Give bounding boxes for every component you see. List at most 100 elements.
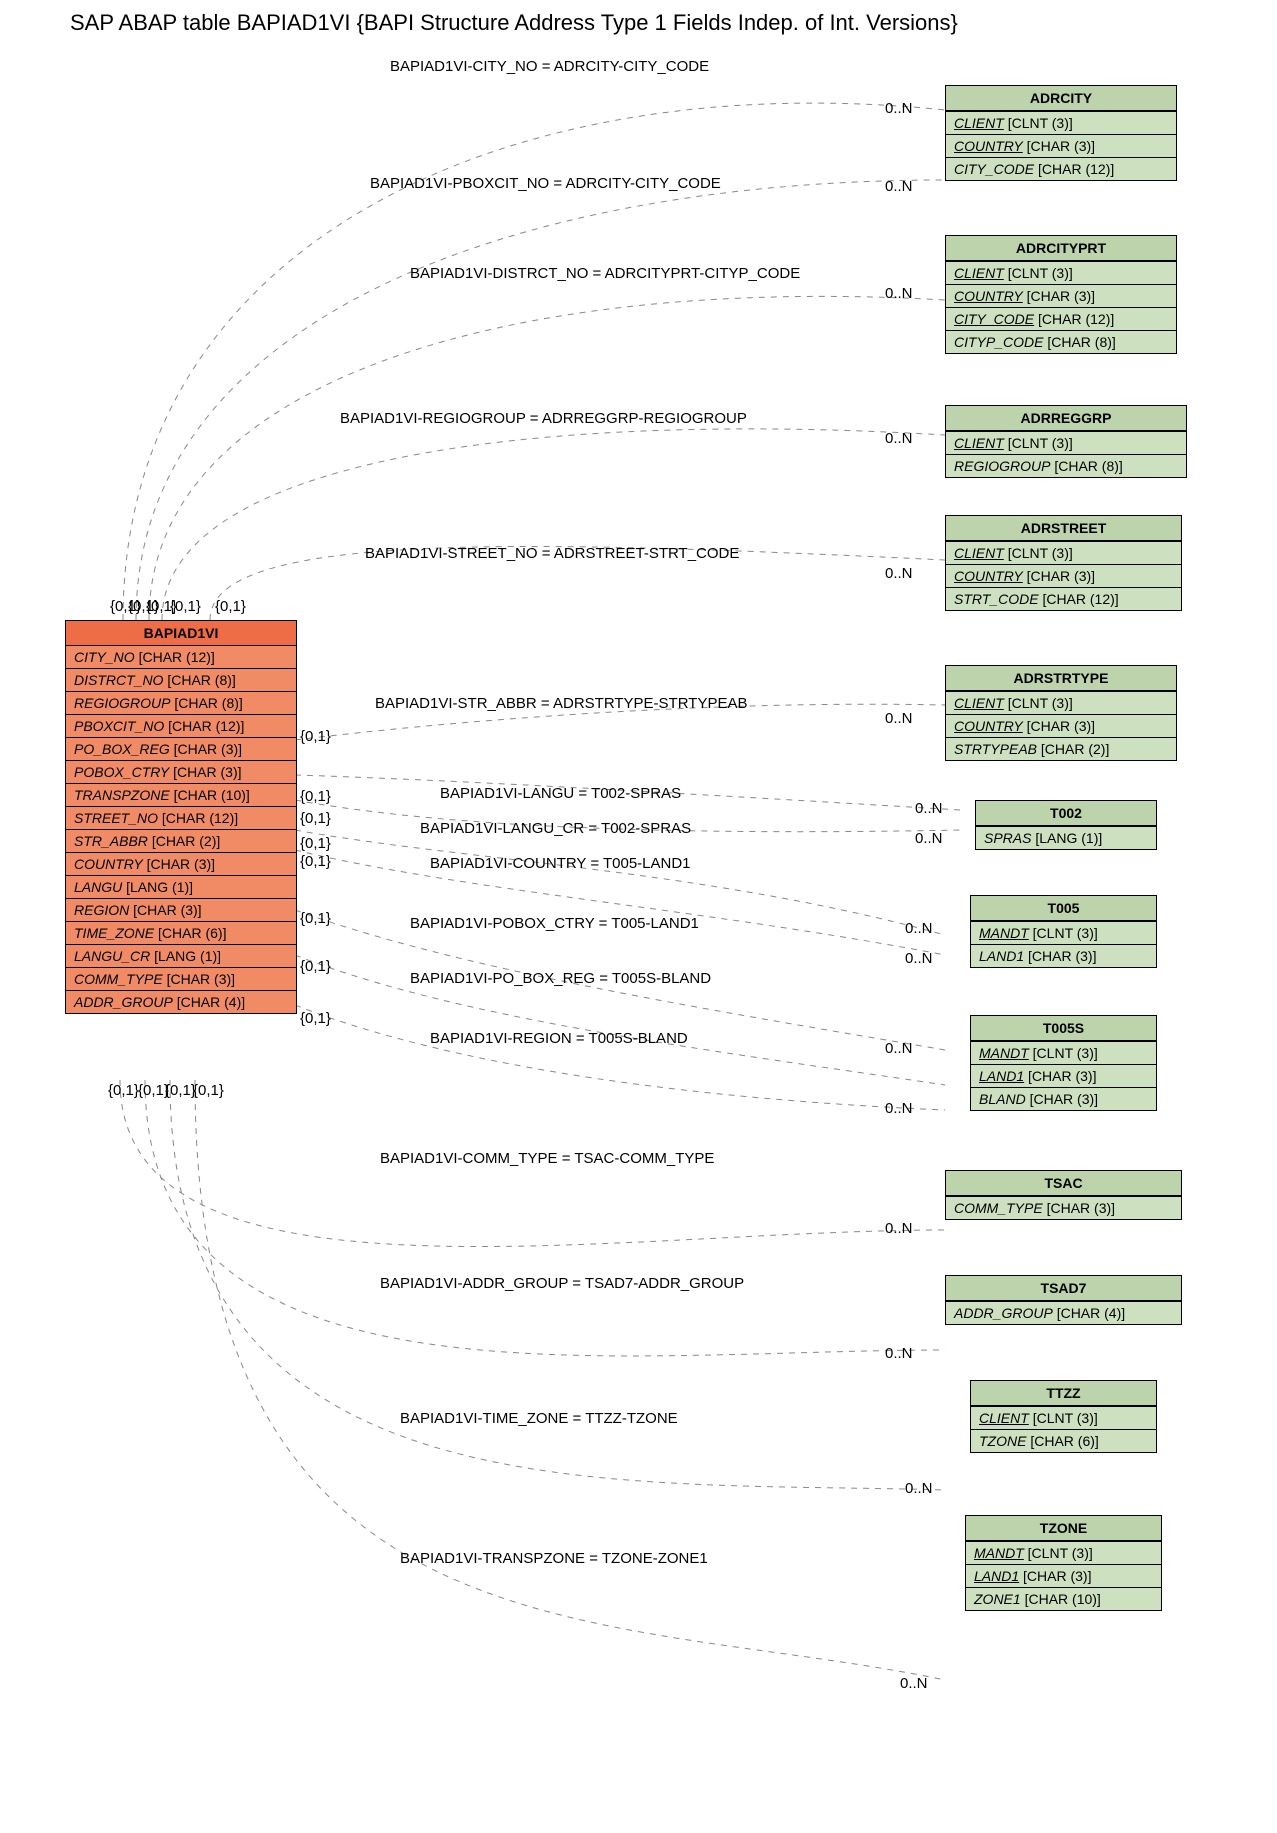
table-field: SPRAS [LANG (1)] <box>976 826 1156 849</box>
table-field: POBOX_CTRY [CHAR (3)] <box>66 760 296 783</box>
table-field: LAND1 [CHAR (3)] <box>971 944 1156 967</box>
table-field: STRTYPEAB [CHAR (2)] <box>946 737 1176 760</box>
cardinality-label: 0..N <box>915 830 943 847</box>
table-adrcity: ADRCITYCLIENT [CLNT (3)]COUNTRY [CHAR (3… <box>945 85 1177 181</box>
relation-label: BAPIAD1VI-STREET_NO = ADRSTREET-STRT_COD… <box>365 545 739 562</box>
table-field: PO_BOX_REG [CHAR (3)] <box>66 737 296 760</box>
table-field: REGION [CHAR (3)] <box>66 898 296 921</box>
table-field: PBOXCIT_NO [CHAR (12)] <box>66 714 296 737</box>
cardinality-label: {0,1} <box>300 810 331 827</box>
cardinality-label: 0..N <box>885 430 913 447</box>
table-tzone: TZONEMANDT [CLNT (3)]LAND1 [CHAR (3)]ZON… <box>965 1515 1162 1611</box>
cardinality-label: {0,1} <box>300 910 331 927</box>
table-adrstrtype: ADRSTRTYPECLIENT [CLNT (3)]COUNTRY [CHAR… <box>945 665 1177 761</box>
table-t005: T005MANDT [CLNT (3)]LAND1 [CHAR (3)] <box>970 895 1157 968</box>
table-header: TSAC <box>946 1171 1181 1196</box>
table-field: CITYP_CODE [CHAR (8)] <box>946 330 1176 353</box>
table-field: CLIENT [CLNT (3)] <box>946 541 1181 564</box>
table-field: CITY_NO [CHAR (12)] <box>66 646 296 668</box>
relation-label: BAPIAD1VI-POBOX_CTRY = T005-LAND1 <box>410 915 699 932</box>
relation-label: BAPIAD1VI-STR_ABBR = ADRSTRTYPE-STRTYPEA… <box>375 695 747 712</box>
cardinality-label: 0..N <box>905 920 933 937</box>
table-adrcityprt: ADRCITYPRTCLIENT [CLNT (3)]COUNTRY [CHAR… <box>945 235 1177 354</box>
table-field: STRT_CODE [CHAR (12)] <box>946 587 1181 610</box>
table-field: ZONE1 [CHAR (10)] <box>966 1587 1161 1610</box>
table-header: T005 <box>971 896 1156 921</box>
relation-label: BAPIAD1VI-REGIOGROUP = ADRREGGRP-REGIOGR… <box>340 410 747 427</box>
cardinality-label: 0..N <box>905 1480 933 1497</box>
cardinality-label: {0,1} <box>193 1082 224 1099</box>
table-field: COUNTRY [CHAR (3)] <box>946 134 1176 157</box>
table-field: MANDT [CLNT (3)] <box>971 1041 1156 1064</box>
cardinality-label: 0..N <box>885 1040 913 1057</box>
table-field: COUNTRY [CHAR (3)] <box>946 714 1176 737</box>
table-adrreggrp: ADRREGGRPCLIENT [CLNT (3)]REGIOGROUP [CH… <box>945 405 1187 478</box>
table-ttzz: TTZZCLIENT [CLNT (3)]TZONE [CHAR (6)] <box>970 1380 1157 1453</box>
cardinality-label: {0,1} <box>165 1082 196 1099</box>
table-field: CLIENT [CLNT (3)] <box>946 261 1176 284</box>
cardinality-label: 0..N <box>885 100 913 117</box>
relation-label: BAPIAD1VI-COMM_TYPE = TSAC-COMM_TYPE <box>380 1150 714 1167</box>
table-field: REGIOGROUP [CHAR (8)] <box>66 691 296 714</box>
table-field: MANDT [CLNT (3)] <box>966 1541 1161 1564</box>
table-header: TZONE <box>966 1516 1161 1541</box>
cardinality-label: 0..N <box>905 950 933 967</box>
table-header: ADRREGGRP <box>946 406 1186 431</box>
table-field: CLIENT [CLNT (3)] <box>946 691 1176 714</box>
cardinality-label: {0,1} <box>215 598 246 615</box>
cardinality-label: {0,1} <box>170 598 201 615</box>
table-field: LANGU_CR [LANG (1)] <box>66 944 296 967</box>
cardinality-label: 0..N <box>885 285 913 302</box>
table-field: REGIOGROUP [CHAR (8)] <box>946 454 1186 477</box>
table-adrstreet: ADRSTREETCLIENT [CLNT (3)]COUNTRY [CHAR … <box>945 515 1182 611</box>
cardinality-label: 0..N <box>885 565 913 582</box>
table-field: COMM_TYPE [CHAR (3)] <box>66 967 296 990</box>
cardinality-label: 0..N <box>915 800 943 817</box>
relation-label: BAPIAD1VI-CITY_NO = ADRCITY-CITY_CODE <box>390 58 709 75</box>
cardinality-label: 0..N <box>885 1100 913 1117</box>
table-header: ADRSTREET <box>946 516 1181 541</box>
table-header: TSAD7 <box>946 1276 1181 1301</box>
table-header: T002 <box>976 801 1156 826</box>
cardinality-label: {0,1} <box>300 958 331 975</box>
table-field: LAND1 [CHAR (3)] <box>966 1564 1161 1587</box>
cardinality-label: {0,1} <box>300 728 331 745</box>
relation-label: BAPIAD1VI-TRANSPZONE = TZONE-ZONE1 <box>400 1550 708 1567</box>
table-field: CITY_CODE [CHAR (12)] <box>946 307 1176 330</box>
table-field: COUNTRY [CHAR (3)] <box>946 564 1181 587</box>
cardinality-label: 0..N <box>900 1675 928 1692</box>
cardinality-label: {0,1} <box>300 835 331 852</box>
table-field: BLAND [CHAR (3)] <box>971 1087 1156 1110</box>
relation-label: BAPIAD1VI-REGION = T005S-BLAND <box>430 1030 688 1047</box>
table-tsac: TSACCOMM_TYPE [CHAR (3)] <box>945 1170 1182 1220</box>
table-tsad7: TSAD7ADDR_GROUP [CHAR (4)] <box>945 1275 1182 1325</box>
relation-label: BAPIAD1VI-PBOXCIT_NO = ADRCITY-CITY_CODE <box>370 175 721 192</box>
table-field: LANGU [LANG (1)] <box>66 875 296 898</box>
table-field: TIME_ZONE [CHAR (6)] <box>66 921 296 944</box>
cardinality-label: {0,1} <box>300 788 331 805</box>
table-t005s: T005SMANDT [CLNT (3)]LAND1 [CHAR (3)]BLA… <box>970 1015 1157 1111</box>
table-field: MANDT [CLNT (3)] <box>971 921 1156 944</box>
table-field: ADDR_GROUP [CHAR (4)] <box>66 990 296 1013</box>
table-field: COMM_TYPE [CHAR (3)] <box>946 1196 1181 1219</box>
relation-label: BAPIAD1VI-DISTRCT_NO = ADRCITYPRT-CITYP_… <box>410 265 800 282</box>
relation-label: BAPIAD1VI-LANGU = T002-SPRAS <box>440 785 681 802</box>
cardinality-label: 0..N <box>885 1220 913 1237</box>
relation-label: BAPIAD1VI-PO_BOX_REG = T005S-BLAND <box>410 970 711 987</box>
relation-label: BAPIAD1VI-COUNTRY = T005-LAND1 <box>430 855 691 872</box>
table-field: CLIENT [CLNT (3)] <box>946 431 1186 454</box>
page-title: SAP ABAP table BAPIAD1VI {BAPI Structure… <box>70 10 1277 36</box>
cardinality-label: {0,1} <box>108 1082 139 1099</box>
table-header: BAPIAD1VI <box>66 621 296 646</box>
table-field: STR_ABBR [CHAR (2)] <box>66 829 296 852</box>
table-field: TRANSPZONE [CHAR (10)] <box>66 783 296 806</box>
table-field: COUNTRY [CHAR (3)] <box>66 852 296 875</box>
table-header: ADRSTRTYPE <box>946 666 1176 691</box>
cardinality-label: {0,1} <box>300 1010 331 1027</box>
relation-label: BAPIAD1VI-ADDR_GROUP = TSAD7-ADDR_GROUP <box>380 1275 744 1292</box>
table-header: T005S <box>971 1016 1156 1041</box>
cardinality-label: 0..N <box>885 710 913 727</box>
table-field: CLIENT [CLNT (3)] <box>946 111 1176 134</box>
table-field: STREET_NO [CHAR (12)] <box>66 806 296 829</box>
table-field: CLIENT [CLNT (3)] <box>971 1406 1156 1429</box>
